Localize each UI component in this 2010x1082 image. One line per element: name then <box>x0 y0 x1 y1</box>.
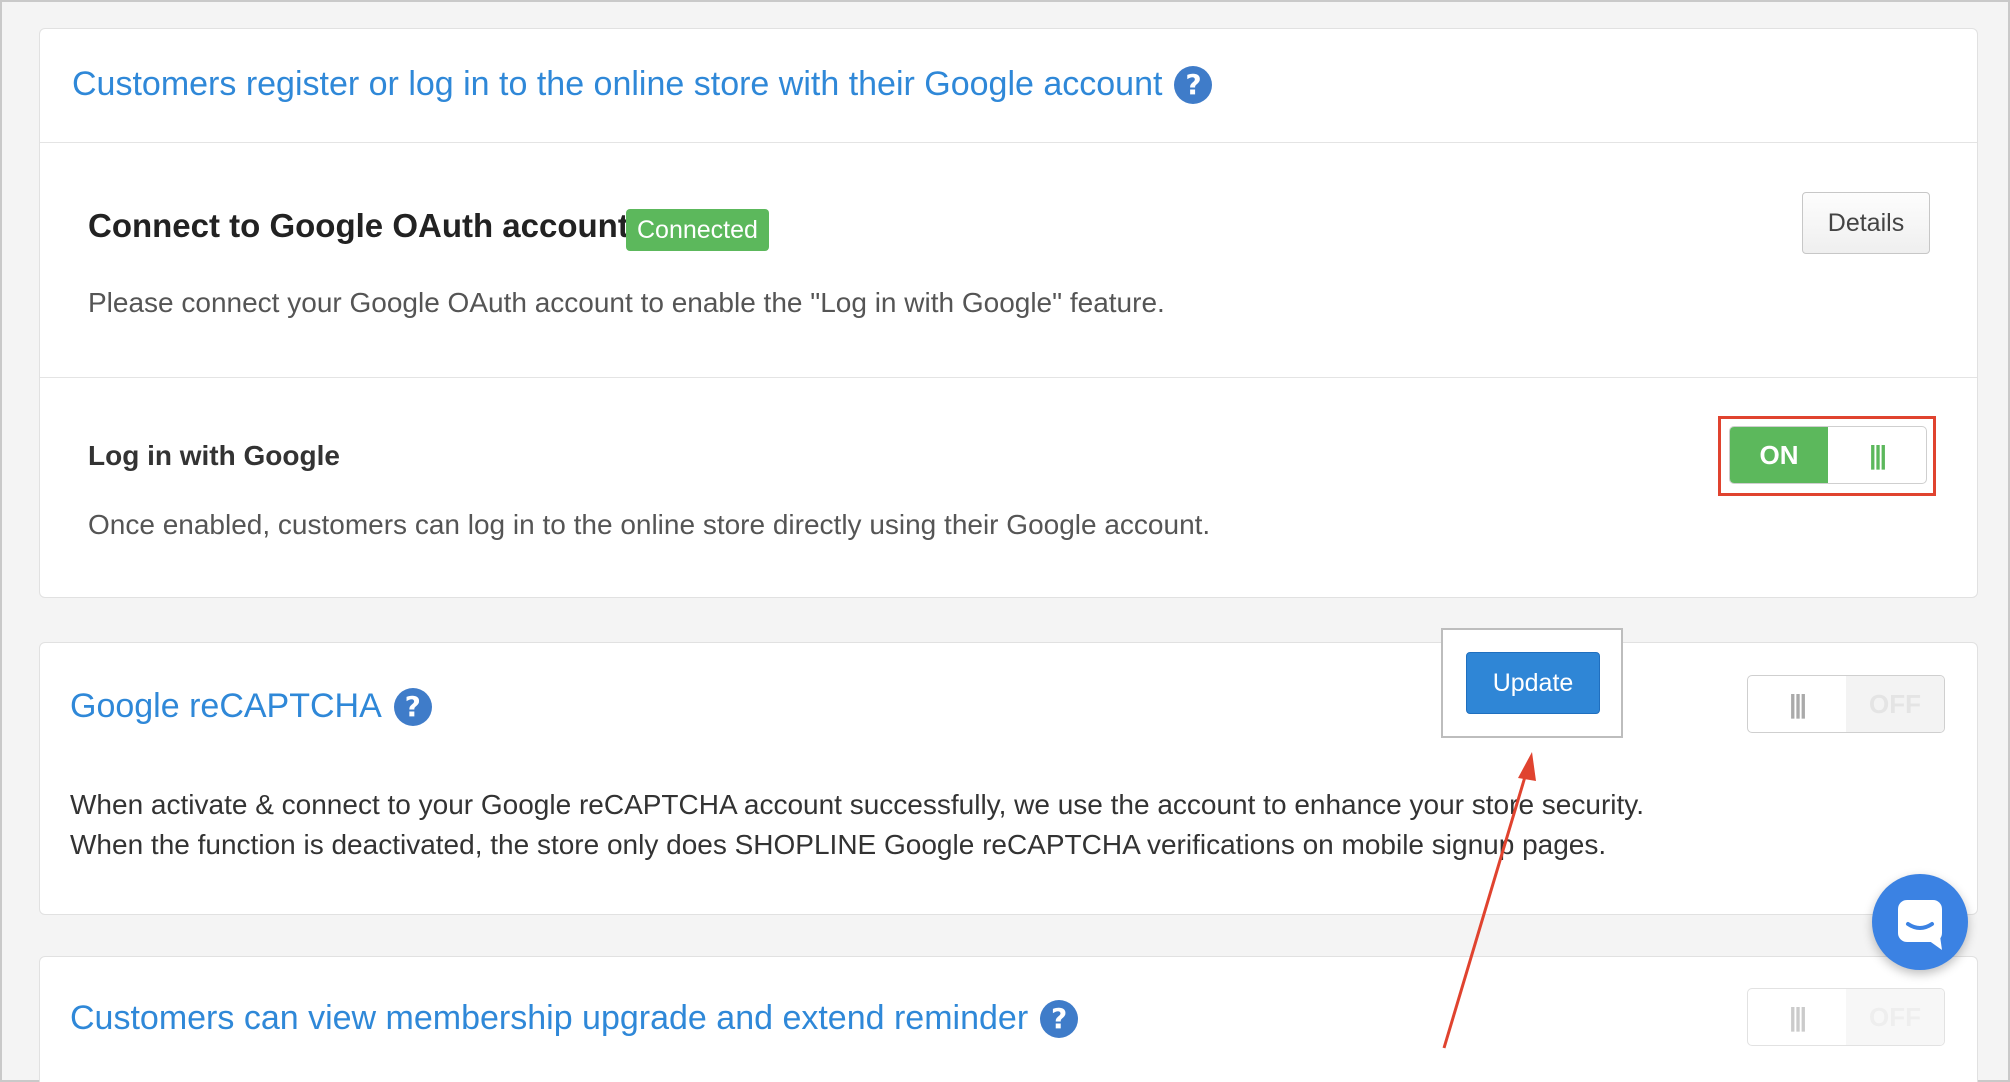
membership-toggle[interactable]: ||| OFF <box>1747 988 1945 1046</box>
help-icon[interactable]: ? <box>1174 65 1213 104</box>
recaptcha-section-title: Google reCAPTCHA ? <box>70 687 432 726</box>
highlight-box <box>1718 416 1936 496</box>
divider <box>40 142 1977 143</box>
details-button[interactable]: Details <box>1802 192 1930 254</box>
update-callout: Update <box>1441 628 1623 738</box>
login-with-google-description: Once enabled, customers can log in to th… <box>88 509 1211 540</box>
toggle-grip-icon: ||| <box>1789 688 1807 719</box>
toggle-grip-icon: ||| <box>1789 1001 1807 1032</box>
recaptcha-description-line2: When the function is deactivated, the st… <box>70 829 1607 860</box>
membership-title-text: Customers can view membership upgrade an… <box>70 999 1029 1037</box>
help-icon[interactable]: ? <box>1040 999 1079 1038</box>
oauth-title: Connect to Google OAuth account <box>88 207 629 244</box>
status-badge: Connected <box>626 209 769 251</box>
google-login-card: Customers register or log in to the onli… <box>39 28 1978 598</box>
update-button[interactable]: Update <box>1466 652 1600 714</box>
recaptcha-title-text: Google reCAPTCHA <box>70 687 382 725</box>
recaptcha-toggle[interactable]: ||| OFF <box>1747 675 1945 733</box>
chat-widget-button[interactable] <box>1872 874 1968 970</box>
recaptcha-card: Google reCAPTCHA ? When activate & conne… <box>39 642 1978 915</box>
google-login-title-text: Customers register or log in to the onli… <box>72 65 1163 103</box>
recaptcha-description-line1: When activate & connect to your Google r… <box>70 789 1644 820</box>
toggle-off-label: OFF <box>1846 676 1944 732</box>
membership-card: Customers can view membership upgrade an… <box>39 956 1978 1082</box>
google-login-section-title: Customers register or log in to the onli… <box>72 65 1213 104</box>
login-with-google-title: Log in with Google <box>88 440 340 471</box>
membership-section-title: Customers can view membership upgrade an… <box>70 999 1079 1038</box>
divider <box>40 377 1977 378</box>
help-icon[interactable]: ? <box>393 687 432 726</box>
chat-icon <box>1898 900 1942 950</box>
toggle-off-label: OFF <box>1846 989 1944 1045</box>
oauth-description: Please connect your Google OAuth account… <box>88 287 1165 318</box>
